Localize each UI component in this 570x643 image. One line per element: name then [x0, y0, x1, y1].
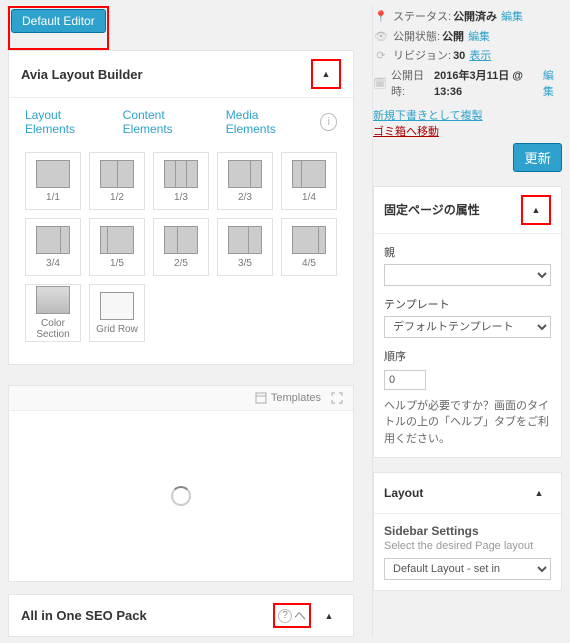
- duplicate-link[interactable]: 新規下書きとして複製: [373, 110, 483, 122]
- sidebar-settings-desc: Select the desired Page layout: [384, 540, 551, 552]
- revisions-link[interactable]: 表示: [469, 48, 491, 65]
- cell-1-2[interactable]: 1/2: [89, 152, 145, 210]
- date-edit-link[interactable]: 編集: [543, 68, 562, 101]
- loading-spinner: [171, 486, 191, 506]
- layout-toggle[interactable]: ▲: [527, 481, 551, 505]
- eye-icon: 👁: [373, 29, 389, 46]
- templates-button[interactable]: Templates: [255, 392, 321, 404]
- cell-3-5[interactable]: 3/5: [217, 218, 273, 276]
- update-button[interactable]: 更新: [513, 143, 562, 172]
- tab-layout-elements[interactable]: Layout Elements: [25, 108, 107, 136]
- fullscreen-button[interactable]: [331, 392, 343, 404]
- seo-toggle[interactable]: ▲: [317, 604, 341, 628]
- seo-help-icon[interactable]: ?ヘ: [278, 607, 306, 624]
- builder-toggle[interactable]: ▲: [314, 62, 338, 86]
- info-icon[interactable]: i: [320, 113, 337, 131]
- parent-select[interactable]: [384, 264, 551, 286]
- page-attrs-title: 固定ページの属性: [384, 201, 480, 218]
- attrs-help-text: ヘルプが必要ですか？画面のタイトルの上の「ヘルプ」タブをご利用ください。: [384, 398, 551, 448]
- seo-title: All in One SEO Pack: [21, 608, 147, 623]
- cell-4-5[interactable]: 4/5: [281, 218, 337, 276]
- cell-1-4[interactable]: 1/4: [281, 152, 337, 210]
- cell-3-4[interactable]: 3/4: [25, 218, 81, 276]
- cell-1-1[interactable]: 1/1: [25, 152, 81, 210]
- cell-grid-row[interactable]: Grid Row: [89, 284, 145, 342]
- order-input[interactable]: [384, 370, 426, 390]
- layout-title: Layout: [384, 486, 423, 500]
- trash-link[interactable]: ゴミ箱へ移動: [373, 126, 439, 138]
- default-editor-button[interactable]: Default Editor: [11, 9, 106, 33]
- visibility-edit-link[interactable]: 編集: [468, 29, 490, 46]
- sidebar-select[interactable]: Default Layout - set in: [384, 558, 551, 580]
- cell-2-5[interactable]: 2/5: [153, 218, 209, 276]
- parent-label: 親: [384, 244, 551, 260]
- revisions-icon: ⟳: [373, 48, 389, 65]
- pin-icon: 📍: [373, 9, 389, 26]
- cell-1-3[interactable]: 1/3: [153, 152, 209, 210]
- sidebar-settings-title: Sidebar Settings: [384, 524, 551, 538]
- calendar-icon: 🗓: [373, 76, 387, 93]
- cell-color-section[interactable]: Color Section: [25, 284, 81, 342]
- template-label: テンプレート: [384, 296, 551, 312]
- tab-content-elements[interactable]: Content Elements: [123, 108, 210, 136]
- template-select[interactable]: デフォルトテンプレート: [384, 316, 551, 338]
- status-edit-link[interactable]: 編集: [501, 9, 523, 26]
- order-label: 順序: [384, 348, 551, 364]
- tab-media-elements[interactable]: Media Elements: [226, 108, 305, 136]
- page-attrs-toggle[interactable]: ▲: [524, 198, 548, 222]
- cell-2-3[interactable]: 2/3: [217, 152, 273, 210]
- builder-title: Avia Layout Builder: [21, 67, 143, 82]
- cell-1-5[interactable]: 1/5: [89, 218, 145, 276]
